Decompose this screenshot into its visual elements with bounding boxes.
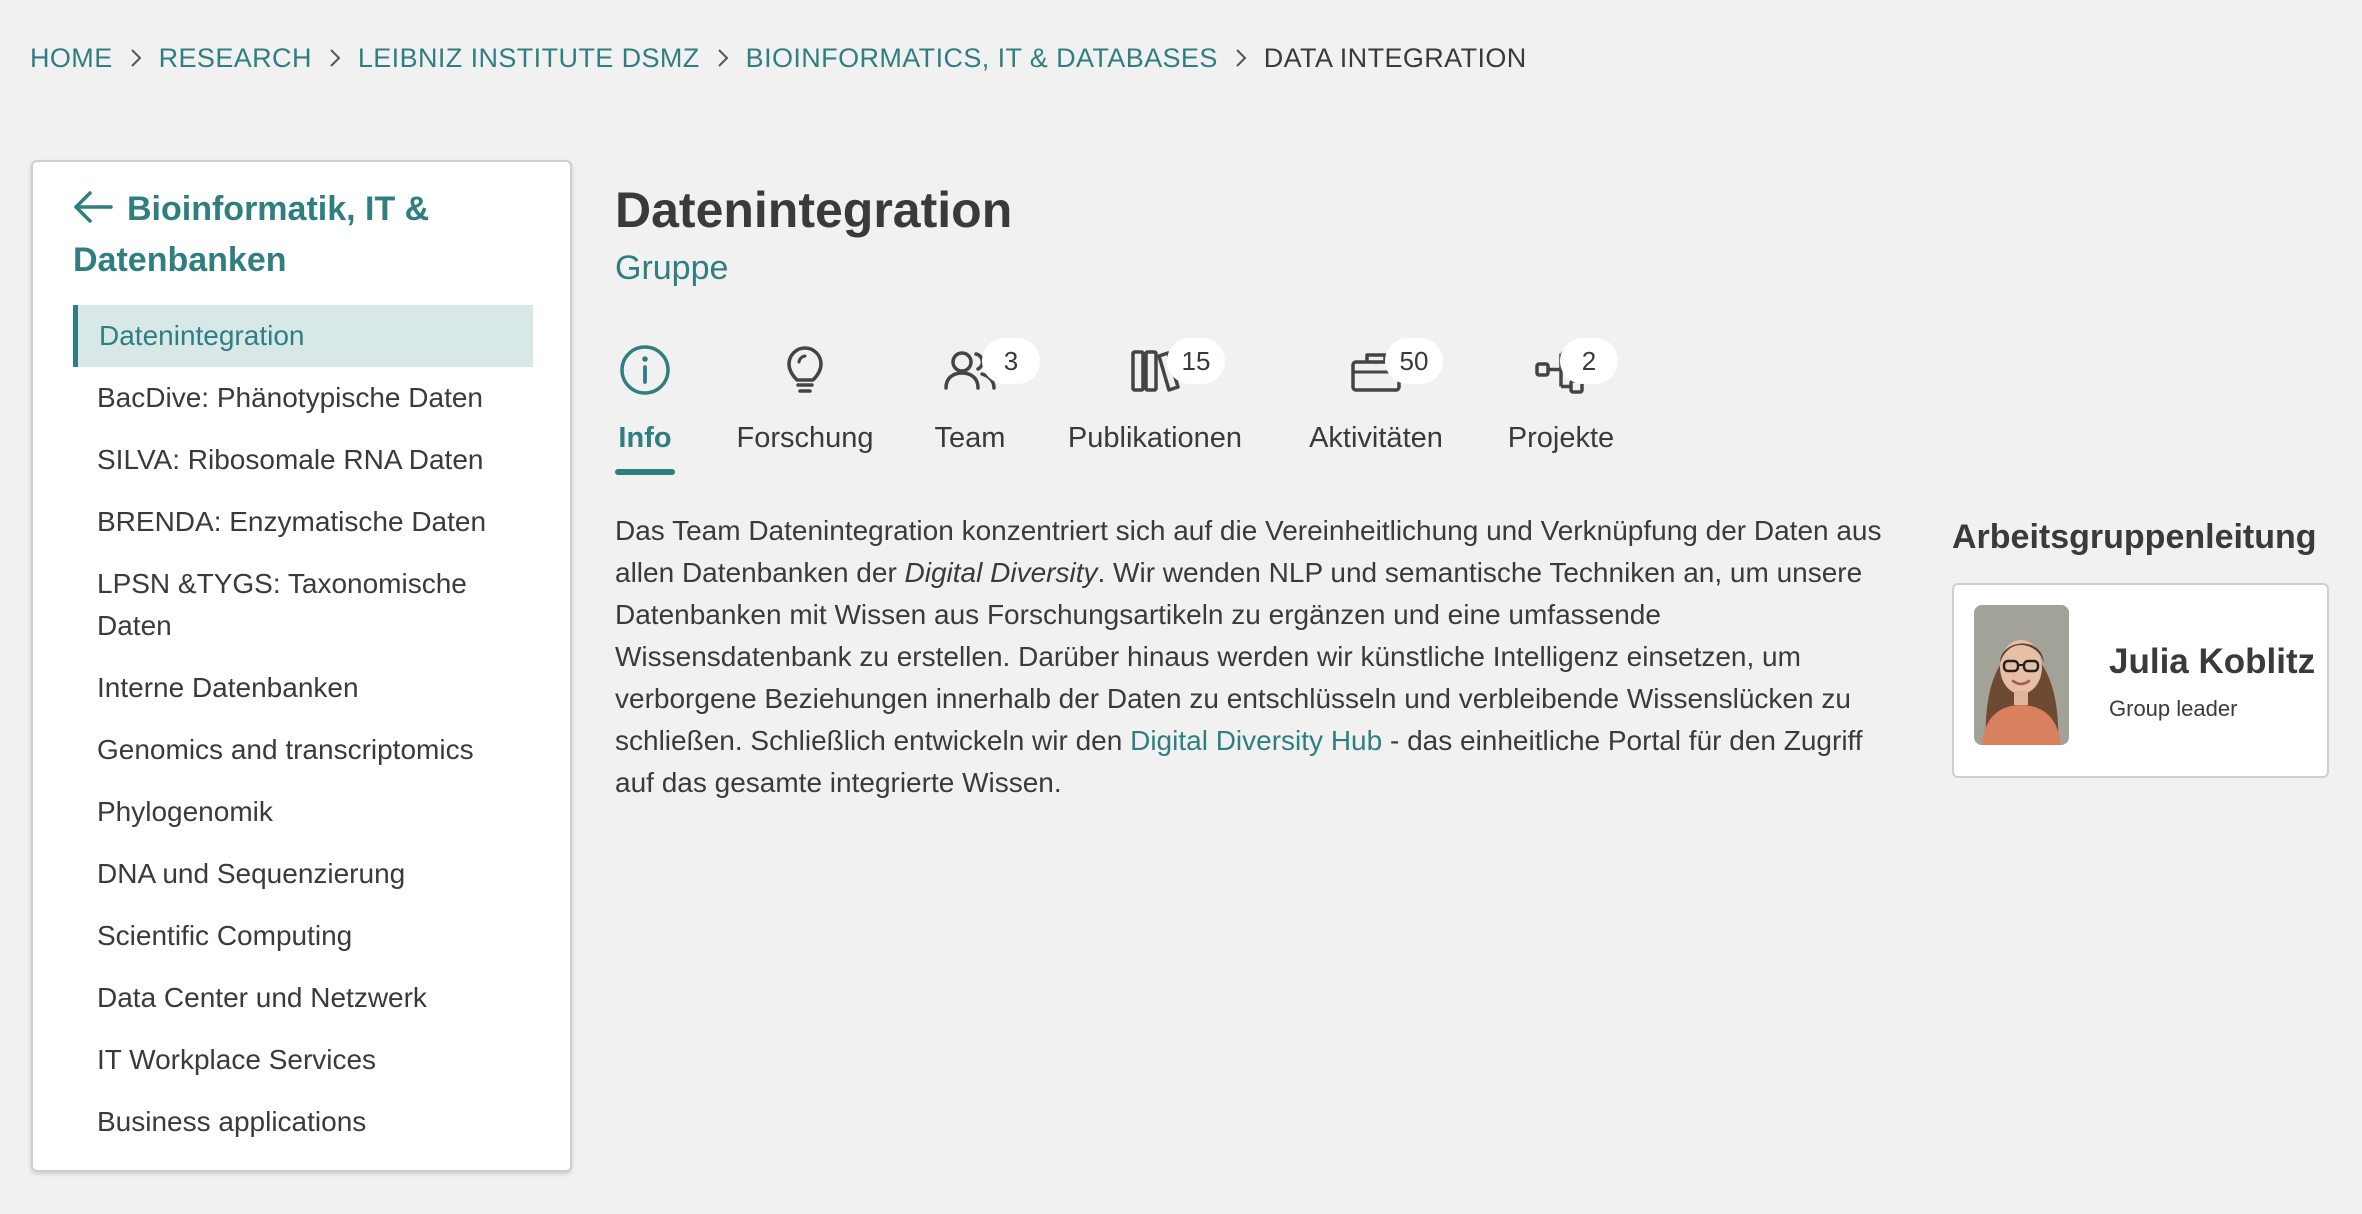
sidebar-item-genomics[interactable]: Genomics and transcriptomics — [73, 719, 533, 781]
sidebar-item-datenintegration[interactable]: Datenintegration — [73, 305, 533, 367]
chevron-right-icon — [113, 38, 159, 78]
tab-forschung[interactable]: Forschung — [735, 330, 875, 475]
tab-info-label: Info — [618, 422, 672, 454]
sidebar-heading: Bioinformatik, IT & Datenbanken — [73, 190, 430, 279]
tab-team[interactable]: 3 Team — [934, 330, 1040, 475]
page-subtitle: Gruppe — [615, 249, 729, 287]
group-leader-role: Group leader — [2109, 696, 2238, 721]
sidebar-item-lpsn-tygs[interactable]: LPSN &TYGS: Taxonomische Daten — [73, 553, 533, 657]
sidebar-item-it-workplace[interactable]: IT Workplace Services — [73, 1029, 533, 1091]
active-tab-indicator — [615, 469, 675, 475]
sidebar-item-brenda[interactable]: BRENDA: Enzymatische Daten — [73, 491, 533, 553]
avatar — [1974, 605, 2069, 745]
group-leader-name[interactable]: Julia Koblitz — [2109, 639, 2315, 685]
breadcrumb-current: DATA INTEGRATION — [1263, 42, 1527, 73]
chevron-right-icon — [312, 38, 358, 78]
chevron-right-icon — [700, 38, 746, 78]
tab-bar: Info Forschung 3 Team 15 Publikationen 5… — [615, 330, 1618, 475]
info-icon — [617, 342, 673, 398]
team-count-badge: 3 — [982, 338, 1040, 384]
sidebar-back-link[interactable]: Bioinformatik, IT & Datenbanken — [73, 184, 523, 286]
breadcrumb-research[interactable]: RESEARCH — [159, 43, 312, 74]
sidebar-item-dna-sequenzierung[interactable]: DNA und Sequenzierung — [73, 843, 533, 905]
group-leader-heading: Arbeitsgruppenleitung — [1952, 518, 2317, 556]
breadcrumb-institute[interactable]: LEIBNIZ INSTITUTE DSMZ — [358, 43, 700, 74]
tab-publikationen[interactable]: 15 Publikationen — [1065, 330, 1245, 475]
group-description: Das Team Datenintegration konzentriert s… — [615, 510, 1905, 804]
tab-aktivitaeten-label: Aktivitäten — [1309, 422, 1443, 454]
tab-team-label: Team — [934, 422, 1006, 454]
sidebar-item-silva[interactable]: SILVA: Ribosomale RNA Daten — [73, 429, 533, 491]
sidebar: Bioinformatik, IT & Datenbanken Datenint… — [31, 160, 572, 1172]
arrow-left-icon — [73, 188, 113, 223]
breadcrumb: HOME RESEARCH LEIBNIZ INSTITUTE DSMZ BIO… — [30, 38, 1527, 78]
breadcrumb-department[interactable]: BIOINFORMATICS, IT & DATABASES — [746, 43, 1218, 74]
projects-count-badge: 2 — [1560, 338, 1618, 384]
tab-projekte[interactable]: 2 Projekte — [1507, 330, 1618, 475]
sidebar-item-scientific-computing[interactable]: Scientific Computing — [73, 905, 533, 967]
sidebar-item-bacdive[interactable]: BacDive: Phänotypische Daten — [73, 367, 533, 429]
tab-publikationen-label: Publikationen — [1067, 422, 1243, 454]
group-leader-card[interactable]: Julia Koblitz Group leader — [1952, 583, 2329, 778]
activities-count-badge: 50 — [1385, 338, 1443, 384]
tab-aktivitaeten[interactable]: 50 Aktivitäten — [1305, 330, 1447, 475]
sidebar-item-interne-datenbanken[interactable]: Interne Datenbanken — [73, 657, 533, 719]
sidebar-item-phylogenomik[interactable]: Phylogenomik — [73, 781, 533, 843]
digital-diversity-hub-link[interactable]: Digital Diversity Hub — [1130, 725, 1382, 756]
sidebar-item-data-center[interactable]: Data Center und Netzwerk — [73, 967, 533, 1029]
sidebar-list: Datenintegration BacDive: Phänotypische … — [73, 305, 533, 1153]
page-title: Datenintegration — [615, 182, 1013, 238]
chevron-right-icon — [1218, 38, 1264, 78]
tab-info[interactable]: Info — [615, 330, 675, 475]
sidebar-item-business-applications[interactable]: Business applications — [73, 1091, 533, 1153]
description-emphasis: Digital Diversity — [904, 557, 1098, 588]
tab-forschung-label: Forschung — [736, 422, 874, 454]
breadcrumb-home[interactable]: HOME — [30, 43, 113, 74]
lightbulb-icon — [777, 342, 833, 398]
publications-count-badge: 15 — [1167, 338, 1225, 384]
tab-projekte-label: Projekte — [1507, 422, 1615, 454]
